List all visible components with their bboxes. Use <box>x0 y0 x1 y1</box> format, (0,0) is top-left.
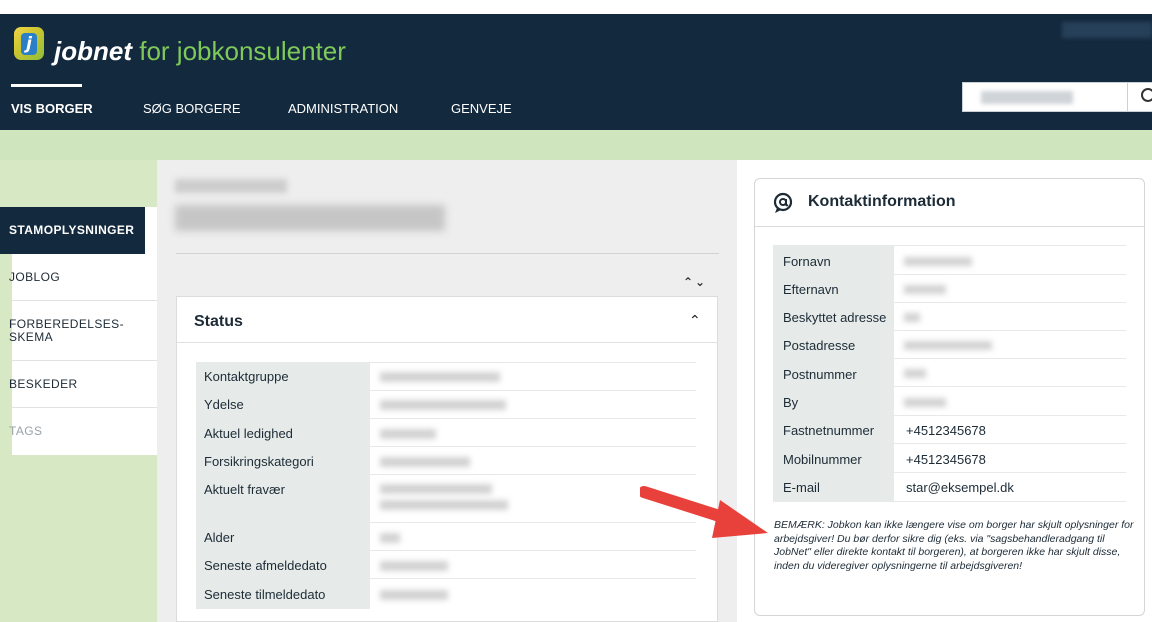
row-divider <box>894 501 1126 502</box>
contact-value-blurred <box>904 257 972 266</box>
citizen-name-blurred <box>175 205 445 231</box>
contact-label-postadresse: Postadresse <box>783 338 856 353</box>
contact-label-fastnetnummer: Fastnetnummer <box>783 423 875 438</box>
row-divider <box>894 472 1126 473</box>
citizen-id-blurred <box>175 179 287 193</box>
nav-administration[interactable]: ADMINISTRATION <box>288 100 398 118</box>
expand-collapse-all-icon[interactable]: ⌃⌄ <box>683 275 707 289</box>
jobnet-logo-icon[interactable]: j <box>14 27 44 60</box>
contact-value-blurred <box>904 285 946 294</box>
status-value-blurred <box>380 500 508 510</box>
status-value-blurred <box>380 457 470 467</box>
sidebar-item-joblog[interactable]: JOBLOG <box>0 254 145 300</box>
status-label-ydelse: Ydelse <box>204 397 244 412</box>
contact-label-postnummer: Postnummer <box>783 367 857 382</box>
row-divider <box>370 578 696 579</box>
contact-title: Kontaktinformation <box>808 193 956 210</box>
row-divider <box>370 390 696 391</box>
status-label-aktuel-ledighed: Aktuel ledighed <box>204 426 293 441</box>
row-divider <box>894 274 1126 275</box>
page: j jobnet for jobkonsulenter VIS BORGER S… <box>0 0 1152 622</box>
contact-label-beskyttet-adresse: Beskyttet adresse <box>783 310 887 325</box>
status-label-forsikringskategori: Forsikringskategori <box>204 454 314 469</box>
contact-value-blurred <box>904 313 920 322</box>
logo-letter: j <box>21 33 37 55</box>
status-value-blurred <box>380 372 500 382</box>
divider <box>755 226 1144 227</box>
sidebar-item-stamoplysninger[interactable]: STAMOPLYSNINGER <box>0 207 145 254</box>
row-divider <box>894 302 1126 303</box>
brand-title[interactable]: jobnet for jobkonsulenter <box>54 36 346 66</box>
row-divider <box>370 446 696 447</box>
search-value-blurred <box>981 91 1073 104</box>
contact-label-efternavn: Efternavn <box>783 282 839 297</box>
status-label-kontaktgruppe: Kontaktgruppe <box>204 369 289 384</box>
status-label-aktuelt-fravaer: Aktuelt fravær <box>204 482 285 497</box>
nav-vis-borger[interactable]: VIS BORGER <box>11 100 93 118</box>
sidebar-item-beskeder[interactable]: BESKEDER <box>0 361 145 407</box>
contact-value-fastnetnummer: +4512345678 <box>906 423 986 438</box>
contact-label-by: By <box>783 395 799 410</box>
contact-value-blurred <box>904 341 992 350</box>
search-input[interactable] <box>962 82 1152 112</box>
chevron-up-icon[interactable]: ⌃ <box>689 313 701 329</box>
row-divider <box>894 443 1126 444</box>
status-value-blurred <box>380 533 400 543</box>
status-label-seneste-tilmeldedato: Seneste tilmeldedato <box>204 587 326 602</box>
top-strip <box>0 0 1152 14</box>
arrow-annotation <box>640 486 768 538</box>
contact-value-email: star@eksempel.dk <box>906 480 1014 495</box>
status-value-blurred <box>380 484 492 494</box>
contact-value-blurred <box>904 398 946 407</box>
nav-active-indicator <box>11 84 82 87</box>
row-divider <box>370 362 696 363</box>
status-value-blurred <box>380 590 448 600</box>
divider <box>176 253 719 254</box>
user-info-blurred <box>1062 22 1152 38</box>
status-title: Status <box>194 313 243 330</box>
row-divider <box>370 550 696 551</box>
row-divider <box>894 358 1126 359</box>
row-divider <box>894 330 1126 331</box>
contact-value-blurred <box>904 369 926 378</box>
status-value-blurred <box>380 561 448 571</box>
row-divider <box>894 415 1126 416</box>
brand-name: jobnet <box>54 36 132 66</box>
status-value-blurred <box>380 429 436 439</box>
nav-soeg-borgere[interactable]: SØG BORGERE <box>143 100 241 118</box>
sidebar-divider <box>12 300 157 301</box>
nav-genveje[interactable]: GENVEJE <box>451 100 512 118</box>
contact-at-icon <box>773 192 793 213</box>
row-divider <box>894 245 1126 246</box>
row-divider <box>370 418 696 419</box>
row-divider <box>370 474 696 475</box>
sidebar-item-tags: TAGS <box>9 424 43 438</box>
contact-label-email: E-mail <box>783 480 820 495</box>
status-value-blurred <box>380 400 506 410</box>
warning-note: BEMÆRK: Jobkon kan ikke længere vise om … <box>774 519 1134 572</box>
status-label-seneste-afmeldedato: Seneste afmeldedato <box>204 558 327 573</box>
status-label-alder: Alder <box>204 530 235 545</box>
search-icon[interactable] <box>1141 88 1152 102</box>
brand-suffix: for jobkonsulenter <box>132 36 346 66</box>
row-divider <box>894 386 1126 387</box>
sidebar-item-forberedelsesskema[interactable]: FORBEREDELSES- SKEMA <box>0 318 145 358</box>
contact-value-mobilnummer: +4512345678 <box>906 452 986 467</box>
contact-label-mobilnummer: Mobilnummer <box>783 452 862 467</box>
divider <box>177 342 717 343</box>
contact-label-fornavn: Fornavn <box>783 254 831 269</box>
search-divider <box>1127 83 1128 111</box>
